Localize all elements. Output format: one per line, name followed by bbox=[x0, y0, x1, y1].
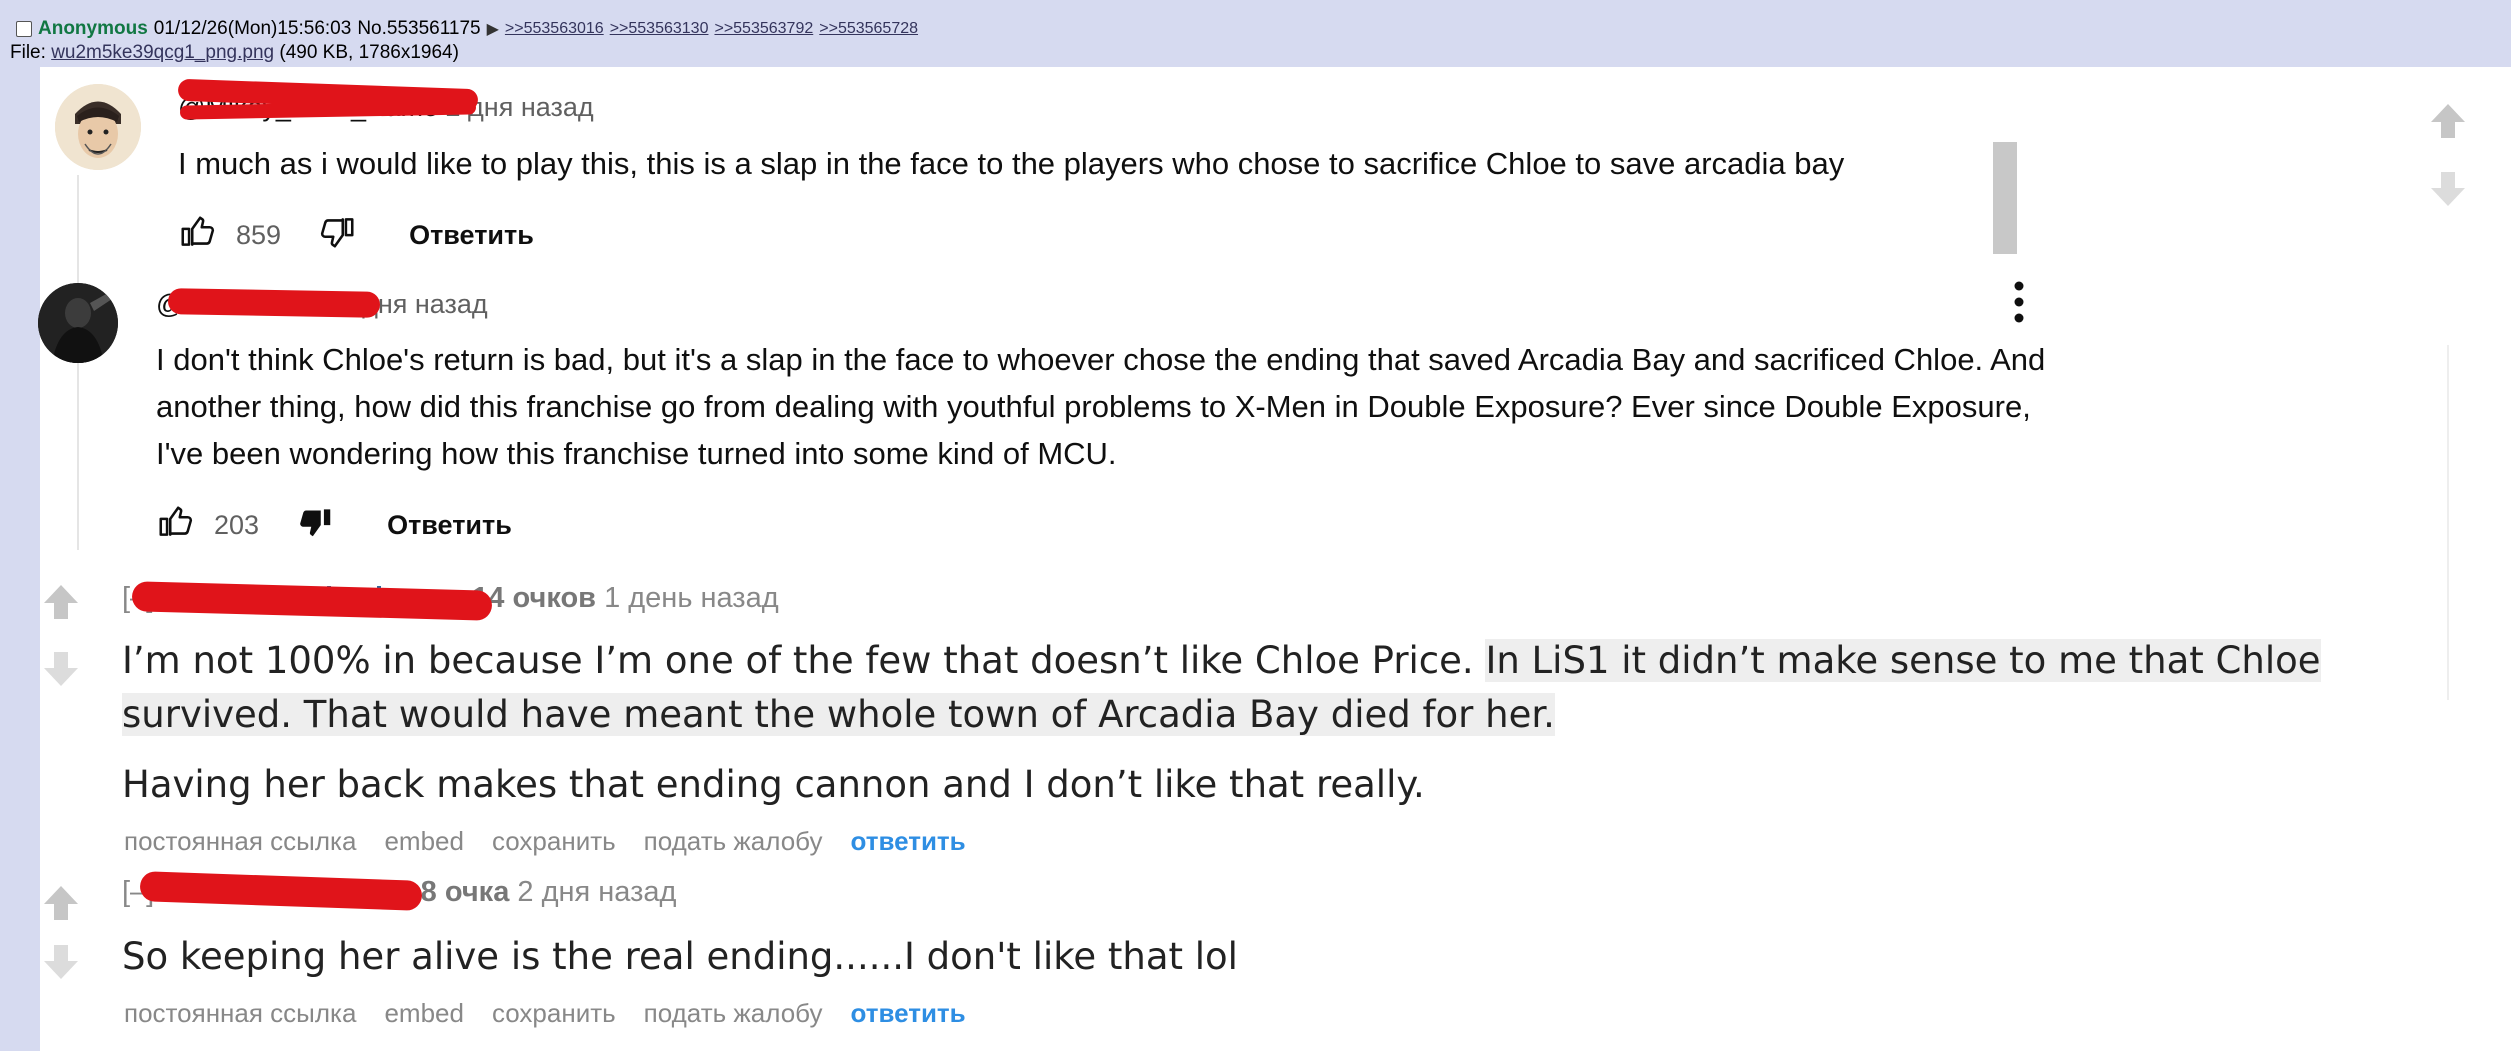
poster-name: Anonymous bbox=[38, 18, 148, 39]
post-header: Anonymous 01/12/26(Mon)15:56:03 No.55356… bbox=[16, 18, 918, 40]
file-info: File: wu2m5ke39qcg1_png.png (490 KB, 178… bbox=[10, 42, 459, 64]
save-link[interactable]: сохранить bbox=[492, 998, 616, 1029]
reddit2-score: -8 очка bbox=[411, 876, 510, 908]
dislike-filled-icon[interactable] bbox=[297, 503, 335, 548]
post-datetime: 01/12/26(Mon)15:56:03 bbox=[153, 18, 352, 39]
reddit1-downvote-icon[interactable] bbox=[40, 648, 82, 695]
save-link[interactable]: сохранить bbox=[492, 826, 616, 857]
reddit1-upvote-icon[interactable] bbox=[40, 581, 82, 628]
report-link[interactable]: подать жалобу bbox=[644, 998, 823, 1029]
reddit2-time[interactable]: 2 дня назад bbox=[517, 876, 676, 908]
permalink-link[interactable]: постоянная ссылка bbox=[124, 826, 356, 857]
reddit1-body: I’m not 100% in because I’m one of the f… bbox=[122, 634, 2322, 742]
avatar-1[interactable] bbox=[55, 84, 141, 170]
scrollbar-thumb[interactable] bbox=[1993, 142, 2017, 254]
avatar-2[interactable] bbox=[38, 283, 118, 363]
reddit2-upvote-icon[interactable] bbox=[40, 882, 82, 929]
file-details: (490 KB, 1786x1964) bbox=[279, 42, 459, 63]
upvote-arrow-icon[interactable] bbox=[2427, 100, 2469, 147]
redaction-2 bbox=[167, 288, 381, 318]
like-icon[interactable] bbox=[156, 503, 194, 548]
reply-link[interactable]: ответить bbox=[850, 998, 965, 1029]
post-menu-arrow-icon[interactable]: ▶ bbox=[487, 19, 499, 39]
like-icon[interactable] bbox=[178, 213, 216, 258]
embed-link[interactable]: embed bbox=[384, 826, 464, 857]
reddit2-links: постоянная ссылка embed сохранить подать… bbox=[124, 998, 966, 1029]
permalink-link[interactable]: постоянная ссылка bbox=[124, 998, 356, 1029]
backlink-2[interactable]: >>553563130 bbox=[610, 20, 709, 38]
reddit1-text-plain: I’m not 100% in because I’m one of the f… bbox=[122, 639, 1486, 682]
comment1-reply-button[interactable]: Ответить bbox=[409, 220, 534, 251]
post-number[interactable]: No.553561175 bbox=[357, 18, 480, 40]
file-link[interactable]: wu2m5ke39qcg1_png.png bbox=[51, 42, 274, 63]
more-options-icon[interactable] bbox=[2009, 279, 2029, 330]
reply-link[interactable]: ответить bbox=[850, 826, 965, 857]
backlink-1[interactable]: >>553563016 bbox=[505, 20, 604, 38]
reddit1-text2: Having her back makes that ending cannon… bbox=[122, 763, 1425, 806]
backlink-3[interactable]: >>553563792 bbox=[714, 20, 813, 38]
comment1-like-count: 859 bbox=[236, 219, 282, 250]
report-link[interactable]: подать жалобу bbox=[644, 826, 823, 857]
reddit1-links: постоянная ссылка embed сохранить подать… bbox=[124, 826, 966, 857]
reddit2-text: So keeping her alive is the real ending.… bbox=[122, 935, 1238, 978]
comment1-text: I much as i would like to play this, thi… bbox=[178, 146, 1845, 181]
embed-link[interactable]: embed bbox=[384, 998, 464, 1029]
downvote-arrow-icon[interactable] bbox=[2427, 168, 2469, 215]
file-label: File: bbox=[10, 42, 46, 63]
comment2-actions: 203 Ответить bbox=[156, 504, 512, 546]
dislike-icon[interactable] bbox=[319, 213, 357, 258]
backlink-4[interactable]: >>553565728 bbox=[819, 20, 918, 38]
comment1-actions: 859 Ответить bbox=[178, 214, 534, 256]
reddit1-time[interactable]: 1 день назад bbox=[604, 582, 779, 614]
comment2-reply-button[interactable]: Ответить bbox=[387, 510, 512, 541]
comment2-text: I don't think Chloe's return is bad, but… bbox=[156, 342, 2046, 471]
reddit2-downvote-icon[interactable] bbox=[40, 941, 82, 988]
comment2-like-count: 203 bbox=[214, 509, 260, 540]
post-checkbox[interactable] bbox=[16, 21, 32, 37]
right-divider bbox=[2447, 345, 2449, 700]
